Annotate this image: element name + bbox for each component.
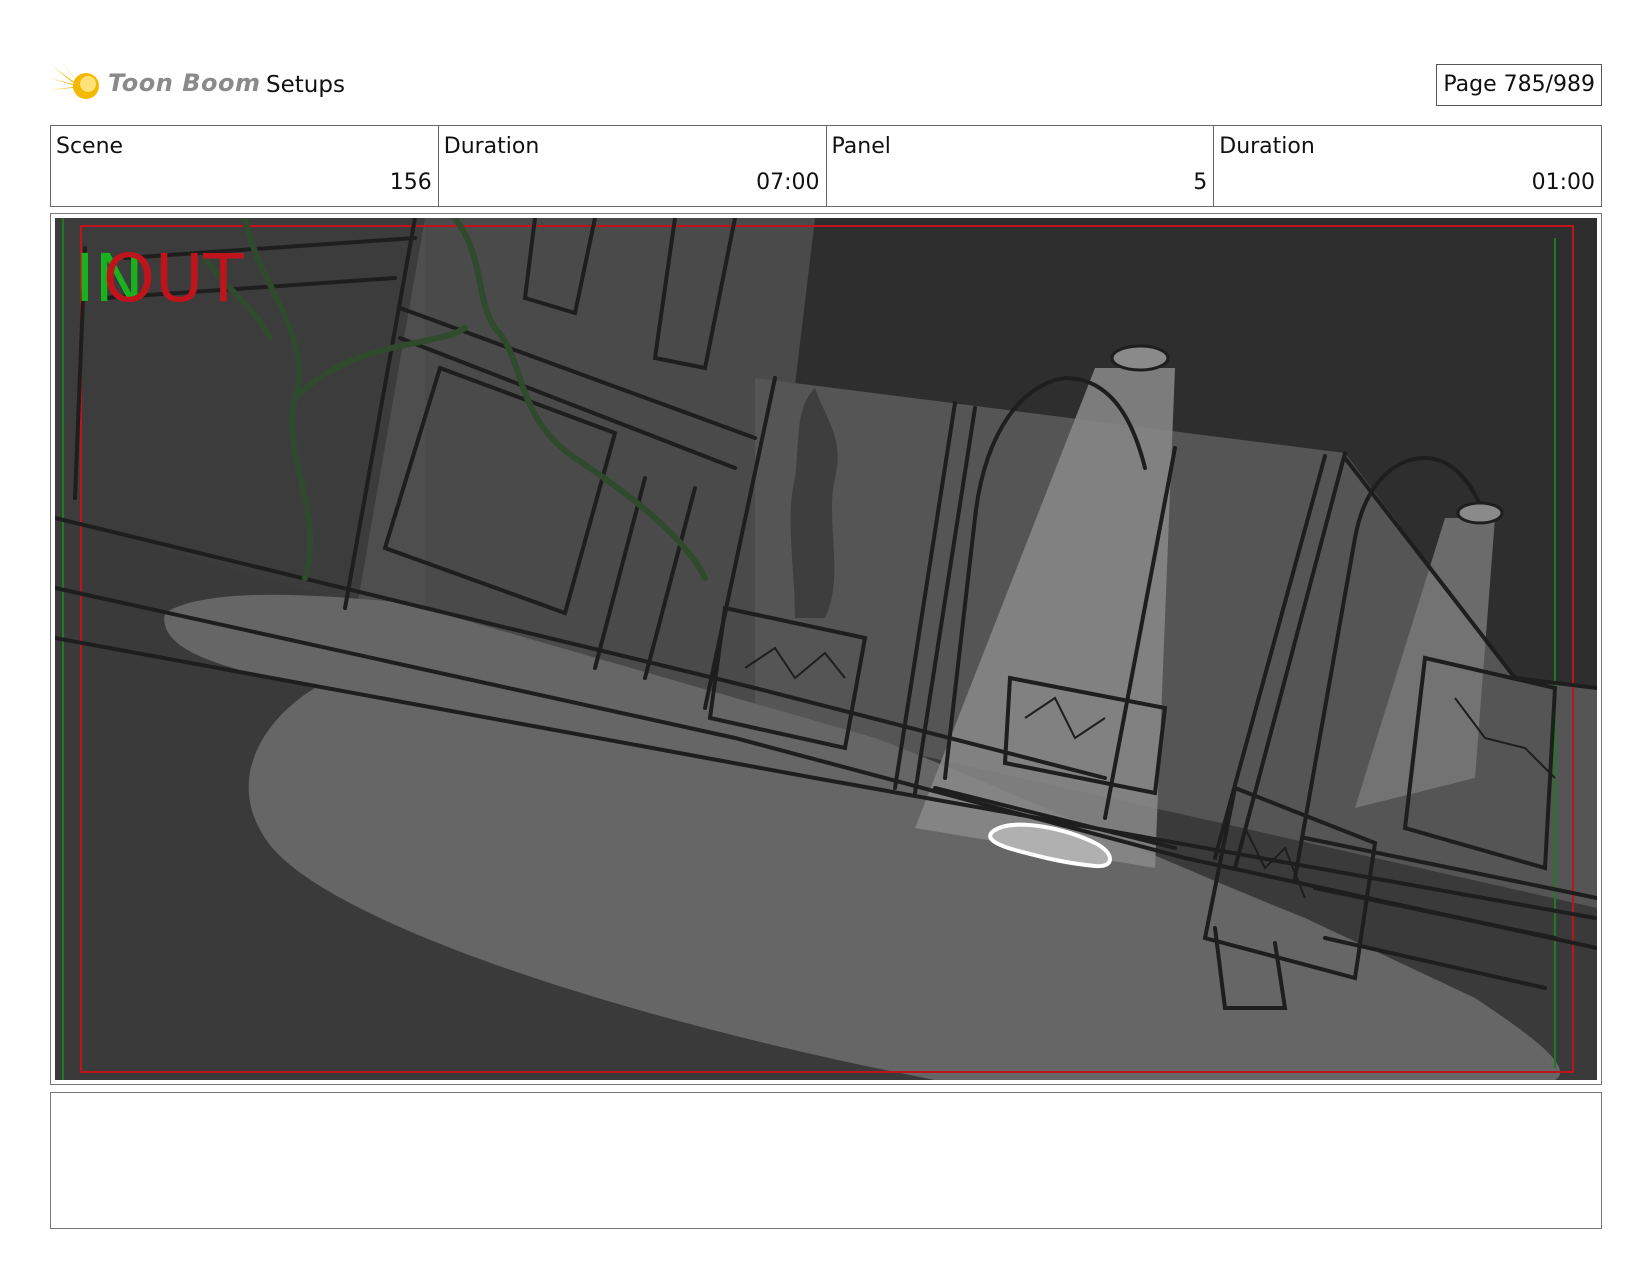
storyboard-panel-frame: IN OUT	[50, 213, 1602, 1085]
scene-cell: Scene 156	[51, 126, 438, 206]
panel-duration-value: 01:00	[1531, 170, 1595, 195]
toon-boom-logo: Toon Boom	[50, 56, 260, 112]
panel-value: 5	[1193, 170, 1208, 195]
scene-duration-value: 07:00	[756, 170, 820, 195]
out-marker: OUT	[103, 240, 244, 317]
scene-label: Scene	[56, 134, 124, 159]
scene-value: 156	[389, 170, 432, 195]
panel-duration-label: Duration	[1219, 134, 1315, 159]
scene-info-table: Scene 156 Duration 07:00 Panel 5 Duratio…	[50, 125, 1602, 207]
scene-duration-label: Duration	[443, 134, 540, 159]
logo-text: Toon Boom	[108, 69, 261, 97]
section-title: Setups	[266, 72, 345, 98]
panel-duration-cell: Duration 01:00	[1213, 126, 1601, 206]
panel-label: Panel	[831, 134, 891, 159]
storyboard-panel-image	[55, 218, 1597, 1080]
panel-notes-box	[50, 1092, 1602, 1229]
page-indicator: Page 785/989	[1436, 64, 1602, 106]
page-header: Toon Boom Setups Page 785/989	[50, 56, 1602, 112]
scene-duration-cell: Duration 07:00	[437, 126, 826, 206]
sun-burst-icon	[50, 62, 99, 110]
panel-cell: Panel 5	[825, 126, 1214, 206]
